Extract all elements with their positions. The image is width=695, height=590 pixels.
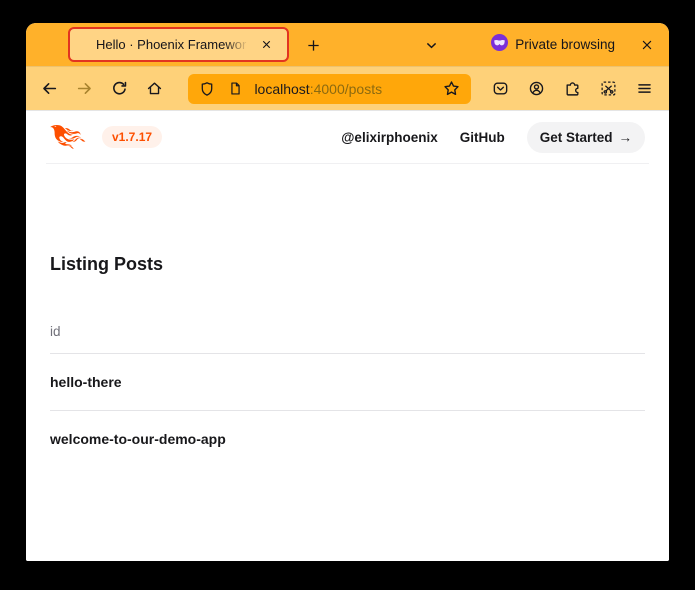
site-header: v1.7.17 @elixirphoenix GitHub Get Starte… — [46, 111, 649, 164]
shield-icon[interactable] — [194, 76, 220, 102]
page-permissions-icon[interactable] — [222, 76, 248, 102]
table-row[interactable]: hello-there — [50, 353, 645, 410]
phoenix-logo[interactable] — [50, 125, 86, 149]
bookmark-star-icon[interactable] — [439, 76, 465, 102]
desktop-background: Hello · Phoenix Framewor Private brow — [0, 0, 695, 590]
browser-tab[interactable]: Hello · Phoenix Framewor — [68, 27, 289, 62]
page-content: v1.7.17 @elixirphoenix GitHub Get Starte… — [26, 110, 669, 561]
home-icon[interactable] — [141, 75, 168, 103]
back-button[interactable] — [36, 75, 63, 103]
private-browsing-label: Private browsing — [515, 37, 615, 52]
url-bar[interactable]: localhost:4000/posts — [188, 74, 471, 104]
private-browsing-badge: Private browsing — [491, 23, 615, 66]
screenshot-scissors-icon[interactable] — [595, 75, 623, 103]
arrow-right-icon: → — [619, 130, 633, 145]
table-row[interactable]: welcome-to-our-demo-app — [50, 410, 645, 467]
new-tab-button[interactable] — [300, 32, 326, 58]
browser-window: Hello · Phoenix Framewor Private brow — [26, 23, 669, 561]
url-path: :4000/posts — [310, 81, 382, 97]
extensions-puzzle-icon[interactable] — [559, 75, 587, 103]
pocket-icon[interactable] — [487, 75, 515, 103]
url-text: localhost:4000/posts — [254, 81, 382, 97]
get-started-button[interactable]: Get Started → — [527, 122, 645, 153]
url-host: localhost — [254, 81, 309, 97]
posts-table: id hello-there welcome-to-our-demo-app — [50, 324, 645, 467]
tab-title: Hello · Phoenix Framewor — [96, 37, 253, 52]
list-tabs-chevron-icon[interactable] — [418, 32, 444, 58]
forward-button[interactable] — [71, 75, 98, 103]
toolbar-right-icons — [487, 75, 659, 103]
account-icon[interactable] — [523, 75, 551, 103]
tab-close-icon[interactable] — [255, 34, 277, 56]
github-link[interactable]: GitHub — [460, 130, 505, 145]
page-title: Listing Posts — [50, 250, 645, 278]
tab-bar: Hello · Phoenix Framewor Private brow — [26, 23, 669, 66]
navigation-toolbar: localhost:4000/posts — [26, 66, 669, 110]
get-started-label: Get Started — [540, 130, 613, 145]
private-mask-icon — [491, 34, 508, 56]
version-badge: v1.7.17 — [102, 126, 162, 148]
main-content: Listing Posts id hello-there welcome-to-… — [26, 250, 669, 467]
column-header-id: id — [50, 324, 645, 353]
window-close-button[interactable] — [634, 32, 660, 58]
reload-icon[interactable] — [106, 75, 133, 103]
menu-hamburger-icon[interactable] — [631, 75, 659, 103]
twitter-link[interactable]: @elixirphoenix — [341, 130, 437, 145]
